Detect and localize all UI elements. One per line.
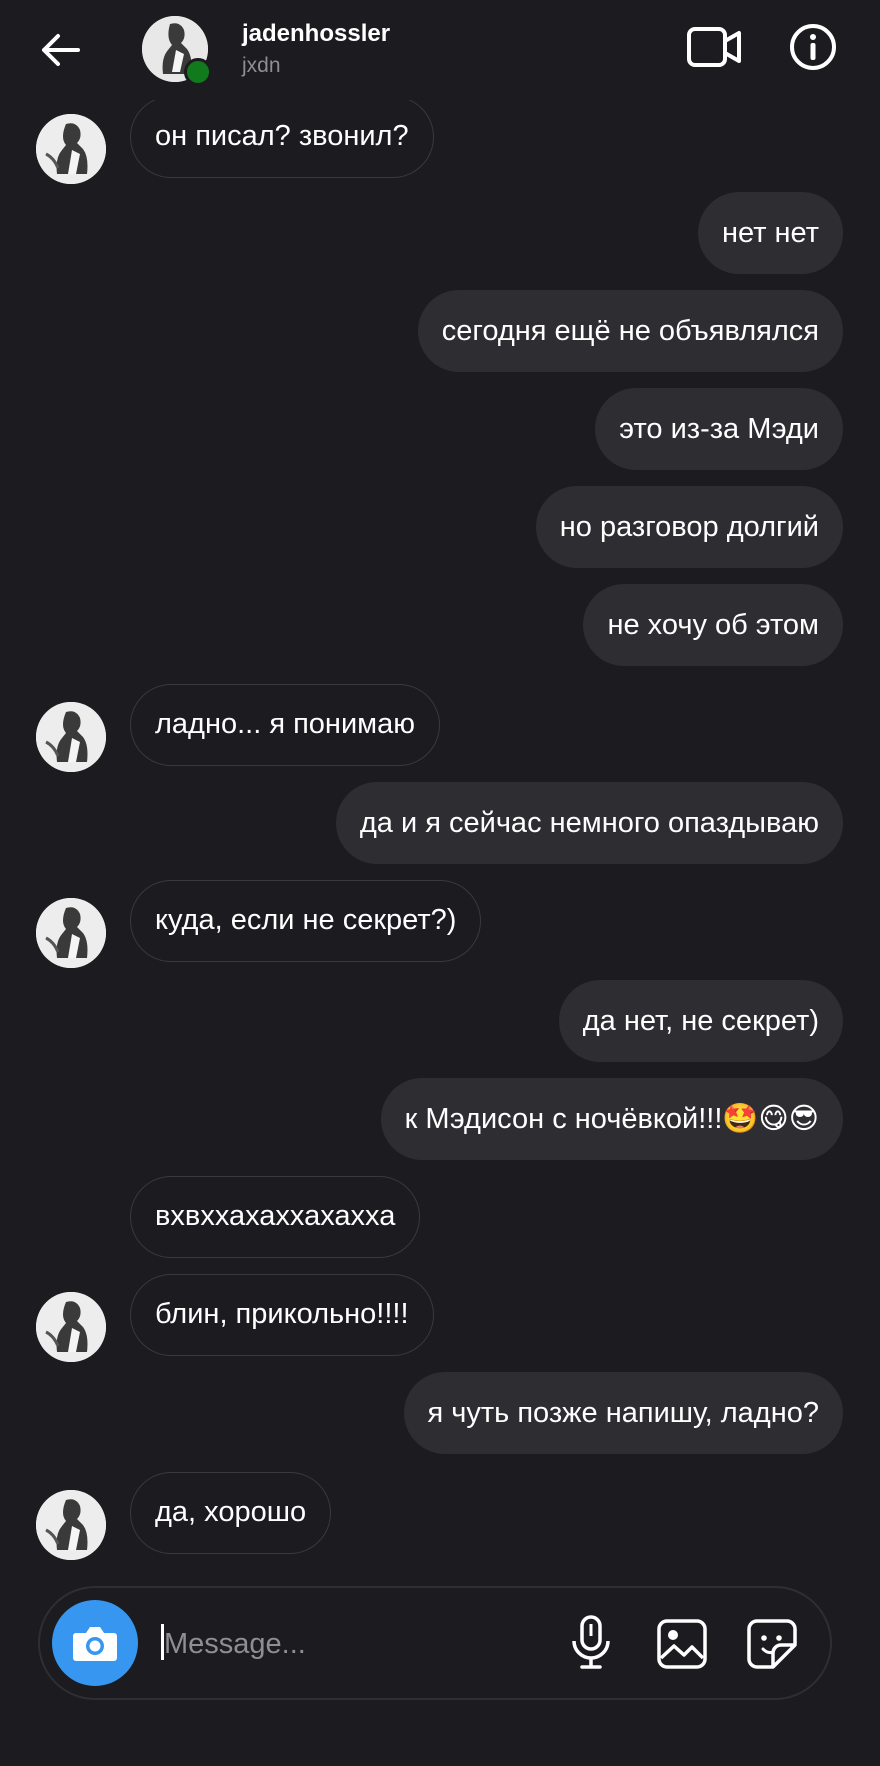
message-bubble[interactable]: да и я сейчас немного опаздываю <box>335 782 843 864</box>
microphone-icon[interactable] <box>566 1614 616 1670</box>
video-call-icon[interactable] <box>686 24 742 70</box>
message-bubble[interactable]: но разговор долгий <box>535 486 843 568</box>
contact-username[interactable]: jadenhossler <box>242 20 390 48</box>
message-bubble[interactable]: нет нет <box>698 192 843 274</box>
message-thread: он писал? звонил? нет нет сегодня ещё не… <box>0 0 880 1766</box>
message-bubble[interactable]: ладно... я понимаю <box>130 684 440 766</box>
chat-header: jadenhossler jxdn <box>0 0 880 100</box>
message-bubble[interactable]: это из-за Мэди <box>595 388 843 470</box>
online-status-dot <box>184 58 212 86</box>
avatar[interactable] <box>36 114 106 184</box>
message-bubble[interactable]: сегодня ещё не объявлялся <box>417 290 843 372</box>
avatar[interactable] <box>36 1292 106 1362</box>
sticker-icon[interactable] <box>746 1618 798 1670</box>
message-bubble[interactable]: я чуть позже напишу, ладно? <box>403 1372 843 1454</box>
message-bubble[interactable]: к Мэдисон с ночёвкой!!!🤩😋😎 <box>380 1078 843 1160</box>
contact-subtitle: jxdn <box>242 54 281 77</box>
avatar[interactable] <box>36 898 106 968</box>
message-input[interactable] <box>162 1620 546 1668</box>
avatar[interactable] <box>36 702 106 772</box>
message-bubble[interactable]: не хочу об этом <box>583 584 843 666</box>
message-bubble[interactable]: он писал? звонил? <box>130 96 434 178</box>
message-bubble[interactable]: да, хорошо <box>130 1472 332 1554</box>
gallery-icon[interactable] <box>656 1618 708 1670</box>
camera-icon[interactable] <box>52 1600 138 1686</box>
message-bubble[interactable]: вхвххахаххахахха <box>130 1176 421 1258</box>
message-bubble[interactable]: куда, если не секрет?) <box>130 880 482 962</box>
back-arrow-icon[interactable] <box>36 28 84 72</box>
info-icon[interactable] <box>788 22 838 72</box>
message-bubble[interactable]: да нет, не секрет) <box>558 980 843 1062</box>
message-bubble[interactable]: блин, прикольно!!!! <box>130 1274 434 1356</box>
avatar[interactable] <box>36 1490 106 1560</box>
